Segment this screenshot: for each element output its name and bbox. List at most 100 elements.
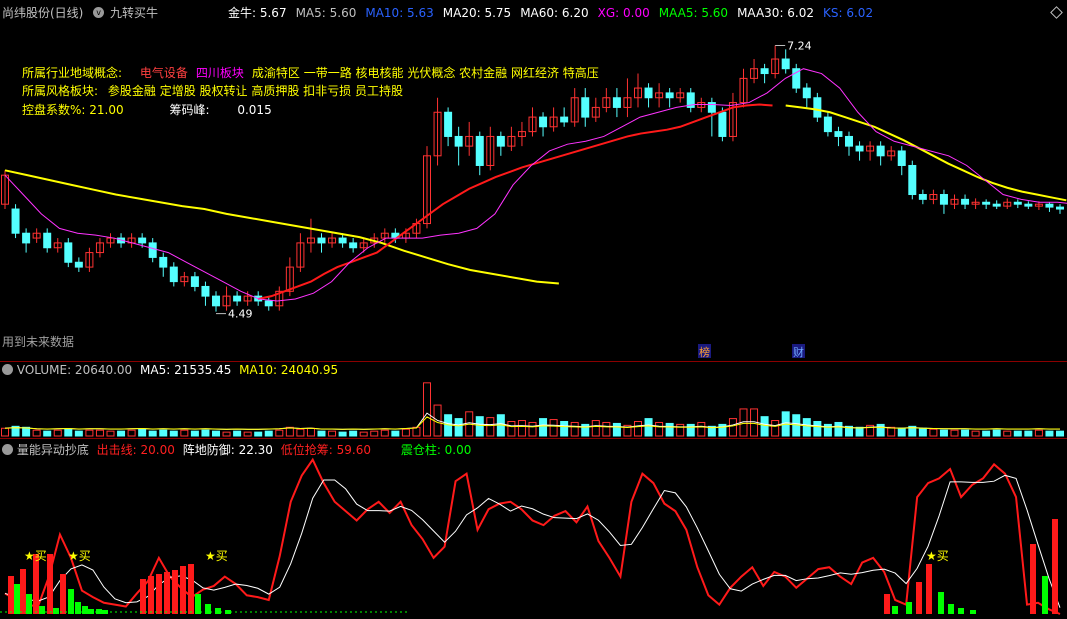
- volume-bar: [855, 426, 864, 437]
- volume-bar: [317, 430, 326, 437]
- volume-bar: [391, 430, 400, 437]
- volume-bar: [32, 429, 41, 437]
- candle-body: [233, 295, 242, 302]
- energy-bar: [26, 594, 32, 614]
- energy-bar: [33, 554, 39, 614]
- volume-bar: [43, 430, 52, 437]
- energy-bar: [20, 569, 26, 614]
- candle-body: [897, 150, 906, 166]
- candle-body: [454, 135, 463, 147]
- candle-body: [876, 145, 885, 157]
- volume-bar: [423, 382, 431, 437]
- volume-bar: [359, 431, 368, 437]
- candle-body: [212, 295, 220, 307]
- volume-bar: [876, 423, 885, 437]
- energy-bar: [14, 584, 20, 614]
- energy-white-line: [4, 474, 1061, 608]
- volume-bar: [834, 421, 843, 437]
- kline-chart[interactable]: 7.24 4.49 榜 财 ★买 ★买 ★买 ★买: [0, 0, 1067, 619]
- energy-bar: [156, 574, 162, 614]
- energy-bar: [906, 602, 912, 614]
- energy-bar: [164, 572, 170, 614]
- energy-bar: [148, 576, 154, 614]
- volume-bar: [254, 431, 263, 437]
- buy-signal: ★买: [68, 549, 91, 563]
- volume-bar: [338, 431, 347, 437]
- volume-bar: [296, 428, 305, 437]
- volume-bar: [897, 427, 906, 437]
- volume-bar: [106, 430, 115, 437]
- energy-bar: [948, 604, 954, 614]
- candle-body: [264, 300, 273, 307]
- candle-body: [612, 97, 621, 108]
- candle-body: [444, 111, 453, 137]
- buy-signal: ★买: [926, 549, 949, 563]
- volume-bar: [939, 429, 948, 437]
- volume-bar: [612, 422, 621, 437]
- candle-body: [539, 116, 548, 128]
- volume-bar: [760, 416, 769, 437]
- candle-body: [992, 203, 1001, 207]
- energy-bar: [1052, 519, 1058, 614]
- energy-bar: [892, 606, 898, 614]
- volume-bar: [982, 430, 991, 437]
- volume-bar: [1024, 430, 1033, 437]
- candle-body: [813, 97, 822, 118]
- candle-body: [64, 242, 73, 263]
- energy-bar: [884, 594, 890, 614]
- candle-body: [718, 111, 727, 137]
- candle-body: [1045, 203, 1054, 208]
- volume-bar: [1045, 430, 1054, 437]
- volume-bar: [201, 429, 210, 437]
- candle-body: [982, 201, 991, 205]
- volume-bar: [85, 429, 94, 437]
- volume-bar: [528, 421, 537, 437]
- candle-body: [190, 276, 199, 287]
- volume-bar: [1034, 429, 1043, 437]
- volume-bar: [401, 428, 410, 437]
- candle-body: [581, 97, 590, 118]
- energy-bar: [1042, 576, 1048, 614]
- volume-bar: [634, 421, 642, 437]
- ma-line-yellow: [4, 169, 559, 285]
- volume-bar: [148, 430, 157, 437]
- candle-body: [908, 164, 917, 196]
- volume-bar: [971, 430, 980, 437]
- volume-bar: [644, 418, 653, 437]
- candle-body: [1024, 203, 1033, 207]
- energy-bar: [916, 582, 922, 614]
- energy-bar: [172, 570, 178, 614]
- volume-bar: [117, 430, 126, 437]
- buy-signal: ★买: [24, 549, 47, 563]
- volume-bar: [887, 426, 896, 437]
- volume-bar: [517, 420, 526, 437]
- candle-body: [349, 242, 358, 249]
- energy-bar: [1030, 544, 1036, 614]
- volume-bar: [328, 430, 337, 437]
- candle-body: [855, 145, 864, 152]
- volume-bar: [1056, 430, 1064, 437]
- volume-bar: [64, 428, 73, 437]
- candle-body: [475, 135, 484, 166]
- volume-bar: [591, 420, 600, 437]
- candle-body: [317, 237, 326, 244]
- candle-body: [961, 198, 970, 205]
- volume-bar: [264, 430, 273, 437]
- candle-body: [159, 256, 168, 268]
- volume-bar: [961, 429, 970, 437]
- energy-bar: [188, 564, 194, 614]
- candle-body: [148, 242, 157, 258]
- buy-signal: ★买: [205, 549, 228, 563]
- volume-bar: [190, 430, 199, 437]
- volume-bar: [275, 429, 284, 437]
- energy-bar: [938, 592, 944, 614]
- volume-bar: [1, 427, 9, 437]
- candle-body: [22, 232, 31, 244]
- candle-body: [560, 116, 569, 123]
- energy-red-line: [4, 457, 1061, 615]
- volume-bar: [138, 428, 147, 437]
- energy-bar: [970, 610, 976, 614]
- volume-bar: [686, 423, 695, 437]
- volume-bar: [602, 421, 611, 437]
- candle-body: [1056, 206, 1064, 210]
